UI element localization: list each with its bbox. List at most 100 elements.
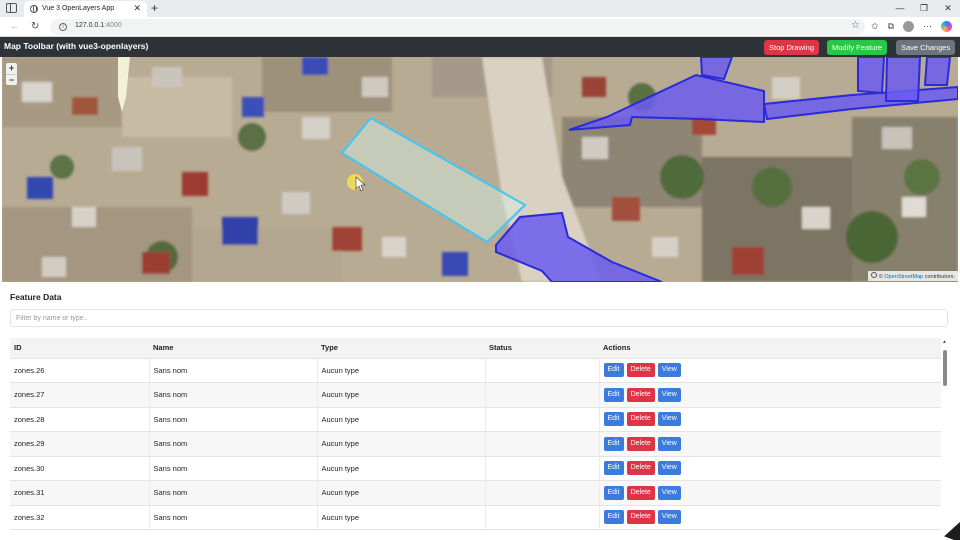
delete-button[interactable]: Delete — [626, 436, 655, 451]
cell-status — [485, 480, 600, 506]
cell-actions: Edit Delete View — [599, 407, 941, 432]
view-button[interactable]: View — [657, 461, 681, 476]
cell-actions: Edit Delete View — [599, 480, 941, 506]
scrollbar-thumb[interactable] — [943, 350, 947, 386]
cell-type: Aucun type — [317, 456, 486, 481]
delete-button[interactable]: Delete — [626, 363, 655, 378]
view-button[interactable]: View — [657, 412, 681, 427]
column-header-name[interactable]: Name — [149, 338, 317, 359]
cell-id: zones.32 — [10, 505, 150, 530]
cell-actions: Edit Delete View — [599, 505, 941, 530]
column-header-type[interactable]: Type — [317, 338, 485, 359]
table-row[interactable]: zones.26 Sans nom Aucun type Edit Delete View — [10, 358, 941, 383]
site-info-icon[interactable]: i — [59, 23, 67, 31]
cell-id: zones.29 — [10, 431, 150, 457]
favorite-star-icon[interactable]: ☆ — [851, 20, 860, 31]
collections-icon[interactable]: ⧉ — [888, 20, 894, 33]
cell-type: Aucun type — [317, 382, 486, 408]
edit-button[interactable]: Edit — [603, 387, 624, 402]
cell-name: Sans nom — [149, 431, 318, 457]
delete-button[interactable]: Delete — [626, 387, 655, 402]
modify-feature-button[interactable]: Modify Feature — [827, 40, 888, 55]
url-text: 127.0.0.1:4000 — [75, 22, 122, 29]
browser-tab[interactable]: Vue 3 OpenLayers App ✕ — [24, 1, 147, 17]
toolbar-title: Map Toolbar (with vue3-openlayers) — [4, 41, 149, 51]
sidebar-toggle-icon[interactable] — [6, 3, 17, 13]
corner-notification-icon — [928, 522, 960, 540]
profile-avatar-icon[interactable] — [903, 21, 914, 32]
cell-status — [485, 358, 600, 383]
zoom-out-button[interactable]: − — [6, 74, 17, 85]
back-icon[interactable]: ← — [10, 20, 20, 33]
osm-link[interactable]: OpenStreetMap — [884, 274, 923, 280]
zoom-in-button[interactable]: + — [6, 63, 17, 74]
edit-button[interactable]: Edit — [603, 436, 624, 451]
copilot-icon[interactable] — [941, 21, 952, 32]
table-row[interactable]: zones.29 Sans nom Aucun type Edit Delete View — [10, 431, 941, 457]
delete-button[interactable]: Delete — [626, 412, 655, 427]
favorites-icon[interactable]: ✩ — [871, 20, 879, 33]
column-header-actions: Actions — [599, 338, 941, 359]
attribution-info-icon[interactable] — [870, 272, 877, 278]
cell-status — [485, 431, 600, 457]
table-row[interactable]: zones.30 Sans nom Aucun type Edit Delete View — [10, 456, 941, 481]
cell-actions: Edit Delete View — [599, 358, 941, 383]
restore-icon[interactable]: ❐ — [912, 0, 936, 17]
table-row[interactable]: zones.32 Sans nom Aucun type Edit Delete View — [10, 505, 941, 530]
more-menu-icon[interactable]: ··· — [923, 20, 932, 33]
column-header-id[interactable]: ID — [10, 338, 149, 359]
address-bar-row: ← ↻ i 127.0.0.1:4000 ☆ ✩ ⧉ ··· — [0, 17, 960, 37]
map-attribution: © OpenStreetMap contributors. — [867, 271, 958, 281]
cell-actions: Edit Delete View — [599, 382, 941, 408]
cell-id: zones.26 — [10, 358, 150, 383]
cell-type: Aucun type — [317, 480, 486, 506]
scroll-up-icon[interactable]: ▲ — [942, 339, 947, 345]
cell-type: Aucun type — [317, 505, 486, 530]
edit-button[interactable]: Edit — [603, 461, 624, 476]
table-row[interactable]: zones.27 Sans nom Aucun type Edit Delete View — [10, 382, 941, 408]
cell-actions: Edit Delete View — [599, 456, 941, 481]
table-scrollbar[interactable]: ▲ — [941, 338, 949, 530]
browser-tab-bar: Vue 3 OpenLayers App ✕ + — ❐ ✕ — [0, 0, 960, 17]
map-view[interactable]: + − © OpenStreetMap contributors. — [2, 57, 958, 282]
new-tab-icon[interactable]: + — [151, 1, 158, 15]
column-header-status[interactable]: Status — [485, 338, 599, 359]
cell-name: Sans nom — [149, 480, 318, 506]
cell-type: Aucun type — [317, 431, 486, 457]
delete-button[interactable]: Delete — [626, 461, 655, 476]
view-button[interactable]: View — [657, 363, 681, 378]
reload-icon[interactable]: ↻ — [31, 20, 39, 33]
view-button[interactable]: View — [657, 485, 681, 500]
delete-button[interactable]: Delete — [626, 485, 655, 500]
cell-actions: Edit Delete View — [599, 431, 941, 457]
table-row[interactable]: zones.28 Sans nom Aucun type Edit Delete View — [10, 407, 941, 432]
cell-id: zones.27 — [10, 382, 150, 408]
url-field[interactable]: i 127.0.0.1:4000 ☆ — [50, 19, 865, 35]
edit-button[interactable]: Edit — [603, 485, 624, 500]
stop-drawing-button[interactable]: Stop Drawing — [764, 40, 820, 55]
minimize-icon[interactable]: — — [888, 0, 912, 17]
feature-data-title: Feature Data — [10, 292, 62, 302]
satellite-imagery — [2, 57, 958, 282]
table-row[interactable]: zones.31 Sans nom Aucun type Edit Delete View — [10, 480, 941, 506]
save-changes-button[interactable]: Save Changes — [896, 40, 956, 55]
cell-id: zones.30 — [10, 456, 150, 481]
cell-status — [485, 456, 600, 481]
edit-button[interactable]: Edit — [603, 510, 624, 525]
view-button[interactable]: View — [657, 510, 681, 525]
edit-button[interactable]: Edit — [603, 412, 624, 427]
view-button[interactable]: View — [657, 387, 681, 402]
cell-id: zones.31 — [10, 480, 150, 506]
cell-id: zones.28 — [10, 407, 150, 432]
cell-status — [485, 407, 600, 432]
feature-table: ID Name Type Status Actions zones.26 Sans… — [10, 338, 941, 530]
view-button[interactable]: View — [657, 436, 681, 451]
browser-actions: ✩ ⧉ ··· — [871, 20, 952, 33]
cell-name: Sans nom — [149, 382, 318, 408]
delete-button[interactable]: Delete — [626, 510, 655, 525]
filter-input[interactable] — [10, 309, 948, 327]
close-window-icon[interactable]: ✕ — [936, 0, 960, 17]
close-tab-icon[interactable]: ✕ — [133, 3, 141, 14]
cell-name: Sans nom — [149, 407, 318, 432]
edit-button[interactable]: Edit — [603, 363, 624, 378]
